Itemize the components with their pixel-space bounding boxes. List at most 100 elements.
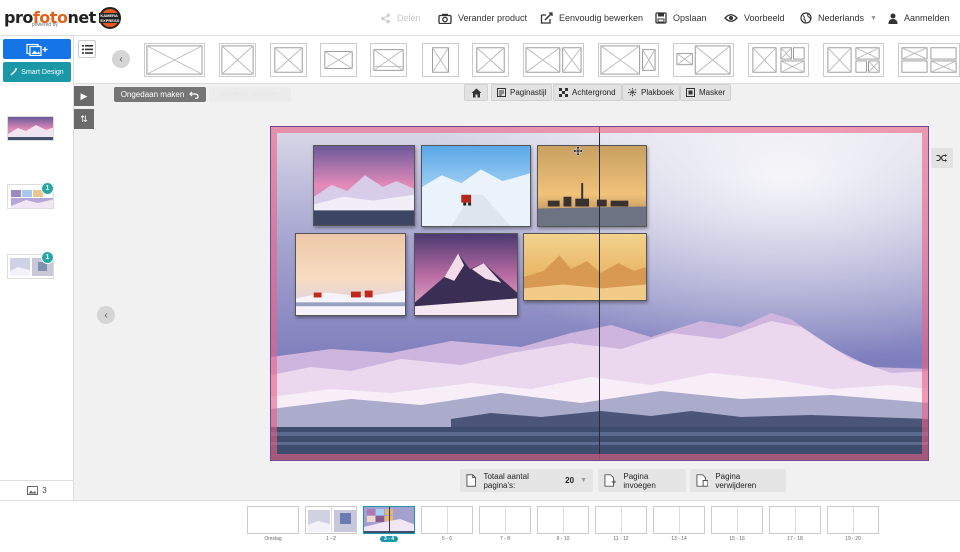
layout-preview [827,47,880,73]
chevron-left-icon: ‹ [119,53,123,65]
shuffle-button[interactable] [931,148,953,168]
layout-option[interactable] [270,43,307,77]
page-label: 15 - 16 [729,536,745,542]
page-label: 13 - 14 [671,536,687,542]
photo-frame[interactable] [421,145,531,227]
layouts-prev-button[interactable]: ‹ [112,50,130,68]
image-icon [27,486,39,495]
layout-option[interactable] [370,43,407,77]
undo-button[interactable]: Ongedaan maken [114,87,206,102]
page-thumbnail[interactable] [827,506,879,534]
save-icon [655,12,667,24]
page-thumbnail[interactable] [479,506,531,534]
layout-option[interactable] [673,43,734,77]
mask-icon [686,88,695,97]
page-thumbnail[interactable] [653,506,705,534]
layout-preview [373,49,404,71]
layout-option[interactable] [823,43,884,77]
total-pages-select[interactable]: 20 [565,476,574,485]
layout-option[interactable] [144,43,205,77]
insert-page-button[interactable]: Pagina invoegen [598,469,686,492]
camera-icon [438,13,452,24]
easy-edit-button[interactable]: Eenvoudig bewerken [540,0,643,36]
photobook-spread[interactable] [270,126,929,461]
list-icon [81,44,93,54]
page-thumbnail[interactable] [421,506,473,534]
page-thumbnail-active[interactable] [363,506,415,534]
page-label: 19 - 20 [845,536,861,542]
photo-frame[interactable] [414,233,518,316]
expand-panel-button[interactable]: ▶ [74,86,94,106]
layout-option[interactable] [598,43,659,77]
layout-option[interactable] [320,43,357,77]
chevron-down-icon: ▼ [870,14,877,22]
undo-icon [189,91,199,99]
preview-button[interactable]: Voorbeeld [724,0,785,36]
user-icon [888,13,898,24]
page-thumbnail[interactable] [769,506,821,534]
change-product-button[interactable]: Verander product [438,0,527,36]
usage-count-badge: 1 [41,182,54,195]
layout-option[interactable] [523,43,584,77]
photo-image [8,117,53,140]
layout-preview [600,45,656,75]
top-bar: profotonet KAMERA EXPRESS powered by Del… [0,0,960,36]
edit-icon [540,12,553,24]
page-thumbnail[interactable] [711,506,763,534]
layout-preview [274,47,303,73]
prev-spread-button[interactable]: ‹ [97,306,115,324]
page-label: 7 - 8 [499,536,510,542]
layout-option[interactable] [422,43,459,77]
usage-count-badge: 1 [41,251,54,264]
photo-image [422,146,530,226]
page-thumbnail[interactable] [305,506,357,534]
sparkle-icon [628,88,637,97]
login-button[interactable]: Aanmelden [888,0,950,36]
logo-subtitle: powered by [32,22,58,28]
share-icon [381,13,390,23]
language-select[interactable]: Nederlands ▼ [800,0,877,36]
photo-frame[interactable] [295,233,406,316]
add-page-icon [604,474,616,487]
layout-option[interactable] [748,43,809,77]
page-label: 5 - 6 [441,536,452,542]
magic-wand-icon [10,68,18,76]
page-thumbnail[interactable] [537,506,589,534]
share-button[interactable]: Delen [380,0,421,36]
layout-option[interactable] [898,43,960,77]
background-button[interactable]: Achtergrond [553,84,622,101]
photo-frame[interactable] [537,145,647,227]
delete-page-button[interactable]: Pagina verwijderen [690,469,786,492]
add-photos-icon [26,43,48,56]
page-style-button[interactable]: Paginastijl [491,84,553,101]
total-pages-control[interactable]: Totaal aantal pagina's: 20 ▼ [460,469,593,492]
photo-image [296,234,405,315]
page-thumbnail[interactable] [595,506,647,534]
mask-button[interactable]: Masker [680,84,732,101]
page-thumbnail[interactable] [247,506,299,534]
photo-count: 3 [0,480,74,500]
home-icon [471,88,481,97]
photo-frame[interactable] [523,233,647,301]
add-photos-button[interactable] [3,39,71,59]
shuffle-icon [936,154,947,162]
layout-preview [476,47,505,73]
brand-logo[interactable]: profotonet KAMERA EXPRESS powered by [4,7,121,29]
kamera-express-logo: KAMERA EXPRESS [98,7,121,29]
eye-icon [724,14,738,22]
layout-preview [752,47,805,73]
home-button[interactable] [464,84,488,101]
sort-button[interactable]: ⇅ [74,109,94,129]
layout-preview [221,45,254,75]
photo-thumbnail[interactable] [7,116,54,141]
layout-list-button[interactable] [78,40,96,58]
page-style-icon [497,88,506,97]
save-button[interactable]: Opslaan [655,0,707,36]
scrapbook-button[interactable]: Plakboek [622,84,680,101]
layout-option[interactable] [472,43,509,77]
layout-option[interactable] [219,43,256,77]
photo-frame[interactable] [313,145,415,226]
smart-design-button[interactable]: Smart Design [3,62,71,82]
layout-preview [901,47,957,73]
move-cursor-icon [573,146,583,156]
